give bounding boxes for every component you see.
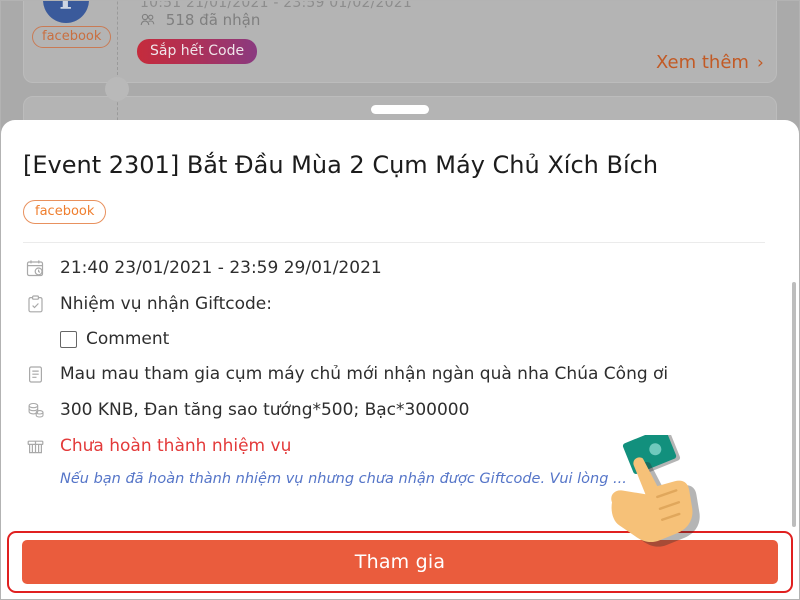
detail-row-status-text: Chưa hoàn thành nhiệm vụ <box>60 436 292 456</box>
hand-pointer-icon <box>597 435 715 547</box>
drag-handle[interactable] <box>371 105 429 114</box>
page-title: [Event 2301] Bắt Đầu Mùa 2 Cụm Máy Chủ X… <box>23 151 659 179</box>
background-received-count: 518 đã nhận <box>140 11 260 30</box>
comment-checkbox[interactable] <box>60 330 77 348</box>
detail-row-rewards-text: 300 KNB, Đan tăng sao tướng*500; Bạc*300… <box>60 400 470 420</box>
detail-row-description: Mau mau tham gia cụm máy chủ mới nhận ng… <box>23 363 779 385</box>
detail-row-date-text: 21:40 23/01/2021 - 23:59 29/01/2021 <box>60 258 382 278</box>
detail-row-date: 21:40 23/01/2021 - 23:59 29/01/2021 <box>23 257 779 279</box>
screen-root: f facebook 10:51 21/01/2021 - 23:59 01/0… <box>0 0 800 600</box>
background-received-label: 518 đã nhận <box>165 11 261 29</box>
people-icon <box>140 13 155 30</box>
detail-row-mission: Nhiệm vụ nhận Giftcode: <box>23 293 779 315</box>
coins-icon <box>23 399 47 421</box>
sheet-header: [Event 2301] Bắt Đầu Mùa 2 Cụm Máy Chủ X… <box>1 120 799 243</box>
background-time-range: 10:51 21/01/2021 - 23:59 01/02/2021 <box>140 0 412 11</box>
background-platform-tag: facebook <box>32 26 112 48</box>
detail-row-mission-text: Nhiệm vụ nhận Giftcode: <box>60 294 272 314</box>
calendar-clock-icon <box>23 257 47 279</box>
comment-checkbox-label: Comment <box>86 329 170 349</box>
detail-row-description-text: Mau mau tham gia cụm máy chủ mới nhận ng… <box>60 364 669 384</box>
detail-row-rewards: 300 KNB, Đan tăng sao tướng*500; Bạc*300… <box>23 399 779 421</box>
clipboard-check-icon <box>23 293 47 315</box>
see-more-label: Xem thêm <box>656 52 749 73</box>
comment-checkbox-row[interactable]: Comment <box>60 329 779 349</box>
sheet-scrollbar[interactable] <box>792 282 796 527</box>
see-more-link[interactable]: Xem thêm › <box>656 52 764 73</box>
document-icon <box>23 363 47 385</box>
status-badge: Sắp hết Code <box>137 39 258 64</box>
chevron-right-icon: › <box>756 53 764 73</box>
sheet-platform-tag: facebook <box>23 200 107 224</box>
timeline-node <box>105 77 129 101</box>
gift-box-icon <box>23 435 47 457</box>
